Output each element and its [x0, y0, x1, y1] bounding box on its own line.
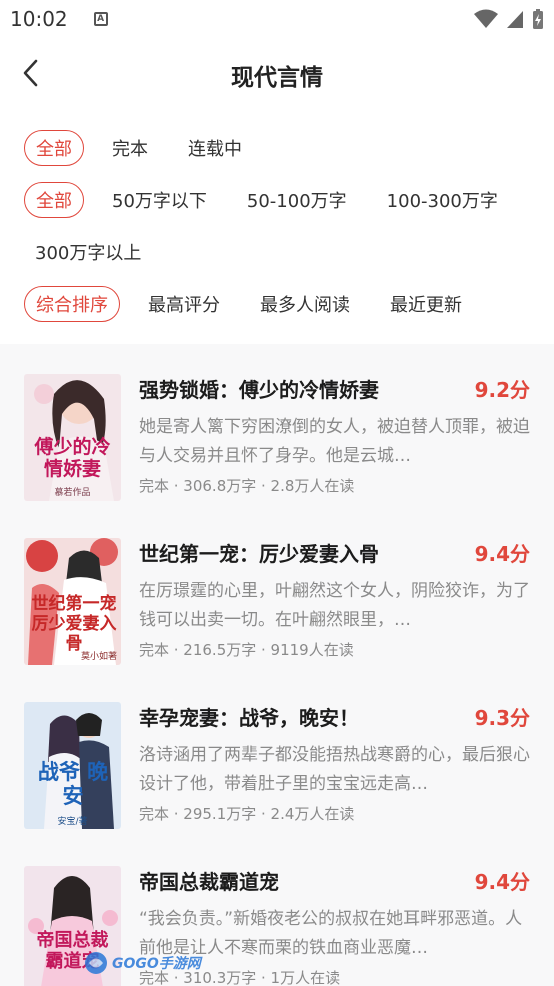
book-item[interactable]: 傅少的冷情娇妻 慕若作品 强势锁婚：傅少的冷情娇妻 9.2分 她是寄人篱下穷困潦…: [0, 374, 554, 514]
signal-icon: [507, 11, 523, 28]
sort-top-rated[interactable]: 最高评分: [148, 286, 220, 322]
sort-most-read[interactable]: 最多人阅读: [260, 286, 350, 322]
filter-words-under-50w[interactable]: 50万字以下: [112, 182, 207, 218]
book-score: 9.4分: [474, 542, 530, 566]
book-title: 帝国总裁霸道宠: [139, 870, 279, 894]
status-bar: 10:02 A: [0, 0, 554, 38]
cover-title: 战爷 晚安: [37, 759, 109, 808]
cover-title: 世纪第一宠 厉少爱妻入骨: [31, 594, 117, 654]
book-title: 强势锁婚：傅少的冷情娇妻: [139, 378, 379, 402]
book-score: 9.2分: [474, 378, 530, 402]
book-title: 世纪第一宠：厉少爱妻入骨: [139, 542, 379, 566]
filter-words-100-300w[interactable]: 100-300万字: [387, 182, 498, 218]
book-item[interactable]: 战爷 晚安 安宝/著 幸孕宠妻：战爷，晚安！ 9.3分 洛诗涵用了两辈子都没能捂…: [0, 702, 554, 842]
book-title: 幸孕宠妻：战爷，晚安！: [139, 706, 359, 730]
battery-icon: [533, 9, 543, 29]
book-list: 傅少的冷情娇妻 慕若作品 强势锁婚：傅少的冷情娇妻 9.2分 她是寄人篱下穷困潦…: [0, 344, 554, 986]
book-meta: 完本 · 295.1万字 · 2.4万人在读: [139, 805, 355, 823]
sort-recent-update[interactable]: 最近更新: [390, 286, 462, 322]
sort-overall[interactable]: 综合排序: [24, 286, 120, 322]
book-score: 9.3分: [474, 706, 530, 730]
cover-author: 莫小如著: [80, 652, 117, 662]
book-meta: 完本 · 216.5万字 · 9119人在读: [139, 641, 354, 659]
status-icons: [474, 8, 544, 30]
book-cover: 傅少的冷情娇妻 慕若作品: [24, 374, 121, 501]
book-cover: 战爷 晚安 安宝/著: [24, 702, 121, 829]
filter-status-all[interactable]: 全部: [24, 130, 84, 166]
book-meta: 完本 · 306.8万字 · 2.8万人在读: [139, 477, 355, 495]
watermark-globe-icon: [85, 952, 107, 974]
filter-words-over-300w[interactable]: 300万字以上: [35, 234, 141, 270]
cover-author: 安宝/著: [57, 817, 88, 827]
watermark-text: GOGO手游网: [112, 956, 201, 972]
book-description: 她是寄人篱下穷困潦倒的女人，被迫替人顶罪，被迫与人交易并且怀了身孕。他是云城…: [139, 417, 530, 466]
book-cover: 世纪第一宠 厉少爱妻入骨 莫小如著: [24, 538, 121, 665]
cover-title: 傅少的冷情娇妻: [34, 436, 111, 480]
book-item[interactable]: 世纪第一宠 厉少爱妻入骨 莫小如著 世纪第一宠：厉少爱妻入骨 9.4分 在厉璟霆…: [0, 538, 554, 678]
filter-status-ongoing[interactable]: 连载中: [188, 130, 242, 166]
status-filter-row: 全部 完本 连载中: [24, 130, 282, 166]
header: 现代言情: [0, 38, 554, 110]
book-description: 在厉璟霆的心里，叶翩然这个女人，阴险狡诈，为了钱可以出卖一切。在叶翩然眼里，…: [139, 581, 530, 630]
book-description: 洛诗涵用了两辈子都没能捂热战寒爵的心，最后狠心设计了他，带着肚子里的宝宝远走高…: [139, 745, 530, 794]
cover-author: 慕若作品: [54, 488, 91, 498]
filter-status-complete[interactable]: 完本: [112, 130, 148, 166]
sort-row: 综合排序 最高评分 最多人阅读 最近更新: [24, 286, 462, 322]
wordcount-filter-row-2: 300万字以上: [35, 234, 181, 270]
book-score: 9.4分: [474, 870, 530, 894]
wifi-icon: [474, 9, 498, 28]
wordcount-filter-row: 全部 50万字以下 50-100万字 100-300万字: [24, 182, 498, 218]
filter-words-50-100w[interactable]: 50-100万字: [247, 182, 347, 218]
status-time: 10:02: [10, 7, 68, 31]
watermark-logo: GOGO手游网: [83, 948, 205, 978]
filter-words-all[interactable]: 全部: [24, 182, 84, 218]
notification-icon: A: [93, 12, 108, 26]
page-title: 现代言情: [231, 65, 323, 91]
